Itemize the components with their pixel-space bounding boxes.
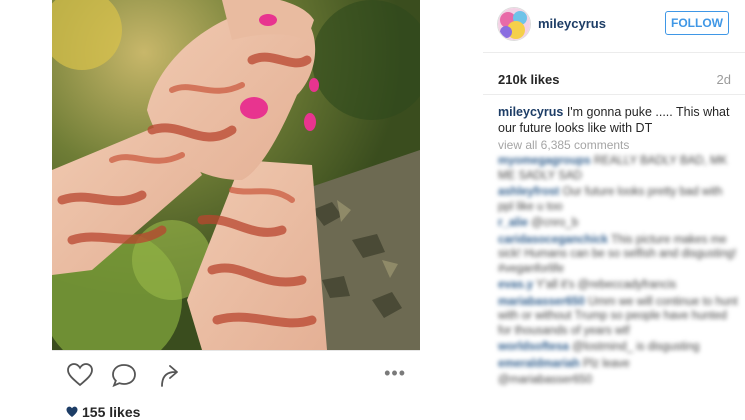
heart-icon[interactable] (66, 362, 94, 388)
comment-bubble-icon[interactable] (110, 362, 138, 388)
post-details-panel: mileycyrus FOLLOW 210k likes 2d mileycyr… (483, 0, 745, 420)
comment-username[interactable]: myomegagroups (498, 155, 591, 167)
comment-username[interactable]: ashleyfrost (498, 186, 559, 198)
avatar-image (498, 8, 530, 40)
comment-text: @cnro_b (531, 217, 579, 229)
share-arrow-icon[interactable] (156, 362, 184, 388)
view-all-comments-link[interactable]: view all 6,385 comments (498, 138, 629, 152)
comment-username[interactable]: caridasoceganchick (498, 234, 608, 246)
photo-like-count[interactable]: 155 likes (66, 404, 140, 420)
comment-username[interactable]: emeraldmariah (498, 358, 580, 370)
user-avatar[interactable] (497, 7, 531, 41)
comment-item: caridasoceganchick This picture makes me… (498, 233, 738, 277)
comment-item: worldsoftesa @lostmind_ is disgusting (498, 340, 738, 355)
post-action-bar: ••• (52, 350, 420, 399)
comment-item: ashleyfrost Our future looks pretty bad … (498, 185, 738, 214)
post-caption: mileycyrus I'm gonna puke ..... This wha… (498, 104, 733, 136)
post-photo-graphic (52, 0, 420, 350)
comment-item: mariabasser650 Umm we will continue to h… (498, 295, 738, 339)
comment-item: emeraldmariah Plz leave (498, 357, 738, 372)
comment-text: Plz leave (583, 357, 630, 370)
comment-text: Y'all it's @rebeccadyfrancis (536, 279, 677, 291)
post-timestamp: 2d (716, 72, 731, 87)
comment-username[interactable]: r_alie (498, 217, 528, 229)
post-header: mileycyrus FOLLOW (483, 0, 745, 53)
comment-list: myomegagroups REALLY BADLY BAD, MK ME SA… (498, 154, 738, 390)
comment-username[interactable]: mariabasser650 (498, 296, 585, 308)
post-stats: 210k likes 2d (483, 64, 745, 95)
page-margin (0, 0, 52, 420)
comment-item: @mariabasser650 (498, 373, 738, 388)
comment-text: @lostmind_ is disgusting (572, 341, 700, 353)
post-author-username[interactable]: mileycyrus (538, 16, 606, 31)
follow-button[interactable]: FOLLOW (665, 11, 729, 35)
comment-username[interactable]: worldsoftesa (498, 341, 569, 353)
post-photo[interactable] (52, 0, 420, 350)
comment-item: evas.y Y'all it's @rebeccadyfrancis (498, 278, 738, 293)
likes-count[interactable]: 210k likes (498, 72, 559, 87)
comment-item: myomegagroups REALLY BADLY BAD, MK ME SA… (498, 154, 738, 183)
photo-like-count-label: 155 likes (82, 404, 141, 420)
filled-heart-icon (66, 406, 78, 417)
comment-username[interactable]: evas.y (498, 279, 533, 291)
caption-username[interactable]: mileycyrus (498, 105, 563, 119)
more-options-icon[interactable]: ••• (384, 363, 406, 383)
comment-item: r_alie @cnro_b (498, 216, 738, 231)
comment-text: @mariabasser650 (498, 374, 593, 386)
